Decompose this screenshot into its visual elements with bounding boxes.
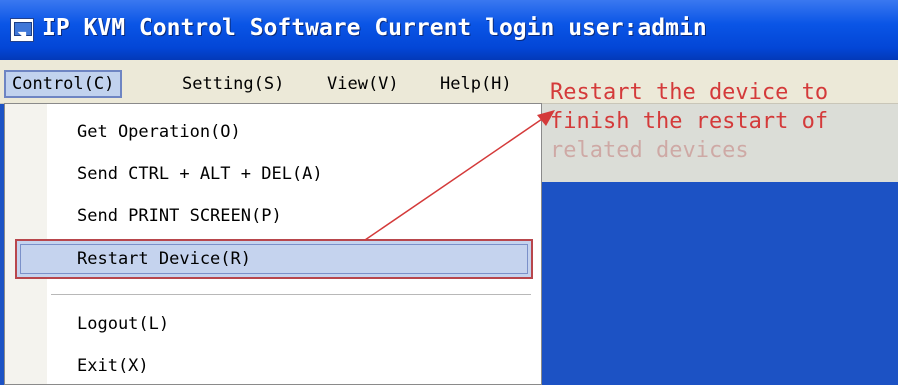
annotation-arrow	[364, 110, 555, 241]
